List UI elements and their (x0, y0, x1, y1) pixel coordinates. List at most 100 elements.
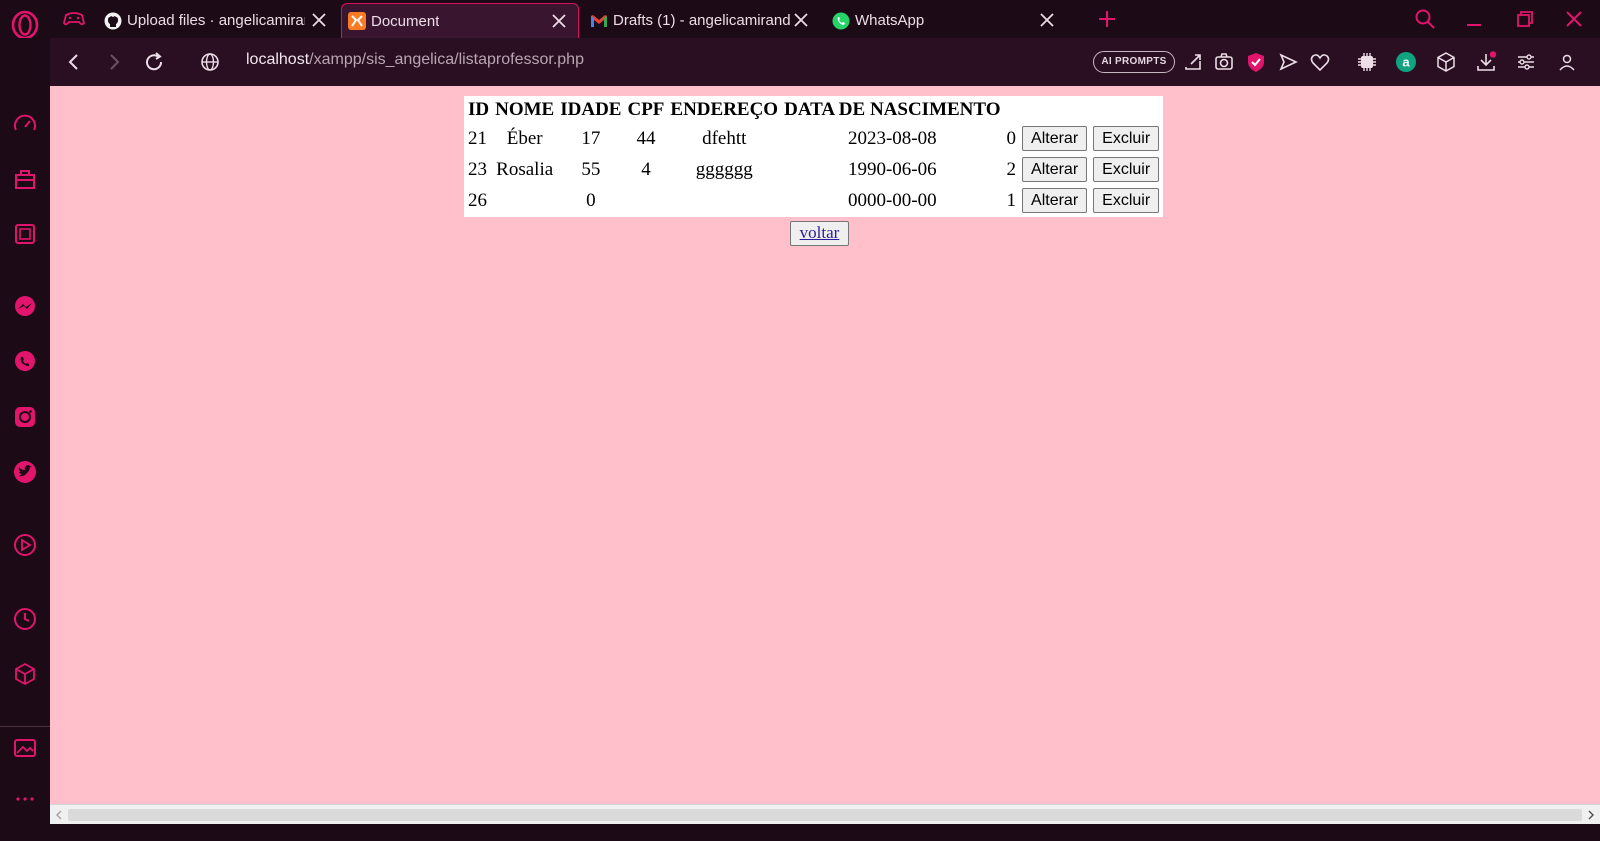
cube-icon[interactable] (1435, 51, 1457, 73)
profile-icon[interactable] (1556, 51, 1578, 73)
extensions-cube-icon[interactable] (12, 661, 38, 687)
close-tab-icon[interactable] (1036, 9, 1058, 31)
tab-label: WhatsApp (855, 12, 925, 29)
header-empty (1005, 98, 1019, 122)
url-host: localhost (246, 51, 310, 68)
cell-nascimento: 2023-08-08 (847, 127, 937, 149)
cell-nascimento: 1990-06-06 (847, 158, 937, 180)
messenger-icon[interactable] (12, 294, 38, 320)
voltar-button[interactable]: voltar (790, 221, 849, 246)
gallery-icon[interactable] (12, 735, 38, 761)
history-icon[interactable] (12, 606, 38, 632)
excluir-button[interactable]: Excluir (1093, 126, 1160, 151)
opera-logo-icon[interactable] (8, 8, 42, 42)
close-window-icon[interactable] (1561, 6, 1587, 32)
cell-endereco: gggggg (695, 158, 753, 180)
scroll-right-icon[interactable] (1584, 808, 1598, 822)
voltar-link[interactable]: voltar (800, 223, 840, 242)
cell-idade: 0 (586, 189, 596, 211)
tab-bar: Upload files · angelicamiranda Document … (0, 0, 1600, 40)
cell-nascimento: 0000-00-00 (847, 189, 937, 211)
header-id: ID (468, 99, 490, 120)
alterar-button[interactable]: Alterar (1022, 157, 1088, 182)
sidebar (0, 38, 50, 841)
cell-id: 23 (468, 158, 487, 180)
close-tab-icon[interactable] (790, 9, 812, 31)
minimize-icon[interactable] (1461, 6, 1487, 32)
cell-extra: 0 (1006, 127, 1017, 149)
cell-alterar: Alterar (1020, 124, 1089, 153)
globe-icon[interactable] (198, 50, 222, 74)
cell-excluir: Excluir (1091, 124, 1161, 153)
header-nome: NOME (495, 99, 555, 120)
restore-icon[interactable] (1512, 6, 1538, 32)
close-tab-icon[interactable] (308, 9, 330, 31)
url-field[interactable]: localhost/xampp/sis_angelica/listaprofes… (246, 51, 584, 69)
tab-gmail-drafts[interactable]: Drafts (1) - angelicamiranda (584, 3, 820, 38)
github-icon (104, 12, 122, 29)
header-empty (1020, 98, 1089, 122)
cell-idade: 55 (581, 158, 601, 180)
tab-github-upload[interactable]: Upload files · angelicamiranda (98, 3, 338, 38)
extension-chip-icon[interactable] (1356, 51, 1378, 73)
cell-endereco: dfehtt (702, 127, 747, 149)
cell-nome: Rosalia (496, 158, 554, 180)
close-tab-icon[interactable] (548, 10, 570, 32)
scrollbar-thumb[interactable] (68, 809, 1582, 821)
table-row: 21 Éber 17 44 dfehtt 2023-08-08 0 Altera… (466, 124, 1161, 153)
excluir-button[interactable]: Excluir (1093, 157, 1160, 182)
cell-idade: 17 (581, 127, 601, 149)
cell-nome: Éber (506, 127, 543, 149)
header-empty (1091, 98, 1161, 122)
cell-excluir: Excluir (1091, 155, 1161, 184)
instagram-icon[interactable] (12, 404, 38, 430)
cell-id: 21 (468, 127, 487, 149)
professor-table: ID NOME IDADE CPF ENDEREÇO DATA DE NASCI… (464, 96, 1163, 217)
shopping-bag-icon[interactable] (12, 166, 38, 192)
adblock-shield-icon[interactable] (1245, 51, 1267, 73)
edit-share-icon[interactable] (1182, 51, 1204, 73)
player-icon[interactable] (12, 532, 38, 558)
forward-icon[interactable] (102, 50, 126, 74)
chip-icon[interactable] (12, 221, 38, 247)
url-path: /xampp/sis_angelica/listaprofessor.php (309, 51, 584, 68)
back-icon[interactable] (62, 50, 86, 74)
excluir-button[interactable]: Excluir (1093, 188, 1160, 213)
gamepad-icon[interactable] (62, 9, 86, 29)
ai-prompts-button[interactable]: AI PROMPTS (1093, 51, 1175, 73)
header-nascimento: DATA DE NASCIMENTO (784, 99, 1001, 120)
sidebar-divider (0, 726, 50, 727)
search-tabs-icon[interactable] (1412, 6, 1438, 32)
svg-text:a: a (1402, 55, 1410, 70)
horizontal-scrollbar[interactable] (50, 804, 1600, 824)
twitter-icon[interactable] (12, 459, 38, 485)
new-tab-icon[interactable] (1095, 7, 1119, 31)
cell-cpf (625, 186, 666, 215)
page-content: ID NOME IDADE CPF ENDEREÇO DATA DE NASCI… (50, 86, 1600, 826)
whatsapp-sidebar-icon[interactable] (12, 349, 38, 375)
account-a-icon[interactable]: a (1395, 51, 1417, 73)
scroll-left-icon[interactable] (52, 808, 66, 822)
speed-dial-icon[interactable] (12, 112, 38, 138)
cell-endereco (668, 186, 780, 215)
download-icon[interactable] (1475, 51, 1497, 73)
tab-label: Upload files · angelicamiranda (127, 12, 305, 29)
camera-icon[interactable] (1213, 51, 1235, 73)
tab-whatsapp[interactable]: WhatsApp (826, 3, 1066, 38)
reload-icon[interactable] (142, 50, 166, 74)
cell-nome (493, 186, 556, 215)
address-bar-row: localhost/xampp/sis_angelica/listaprofes… (50, 38, 1600, 86)
window-bottom-edge (0, 824, 1600, 841)
easy-setup-icon[interactable] (1515, 51, 1537, 73)
send-icon[interactable] (1277, 51, 1299, 73)
cell-extra: 1 (1006, 189, 1017, 211)
header-cpf: CPF (627, 99, 665, 120)
tab-document[interactable]: Document (341, 3, 579, 38)
cell-alterar: Alterar (1020, 186, 1089, 215)
alterar-button[interactable]: Alterar (1022, 188, 1088, 213)
heart-icon[interactable] (1309, 51, 1331, 73)
tab-label: Drafts (1) - angelicamiranda (613, 12, 791, 29)
cell-id: 26 (468, 189, 487, 211)
more-icon[interactable] (12, 786, 38, 812)
alterar-button[interactable]: Alterar (1022, 126, 1088, 151)
